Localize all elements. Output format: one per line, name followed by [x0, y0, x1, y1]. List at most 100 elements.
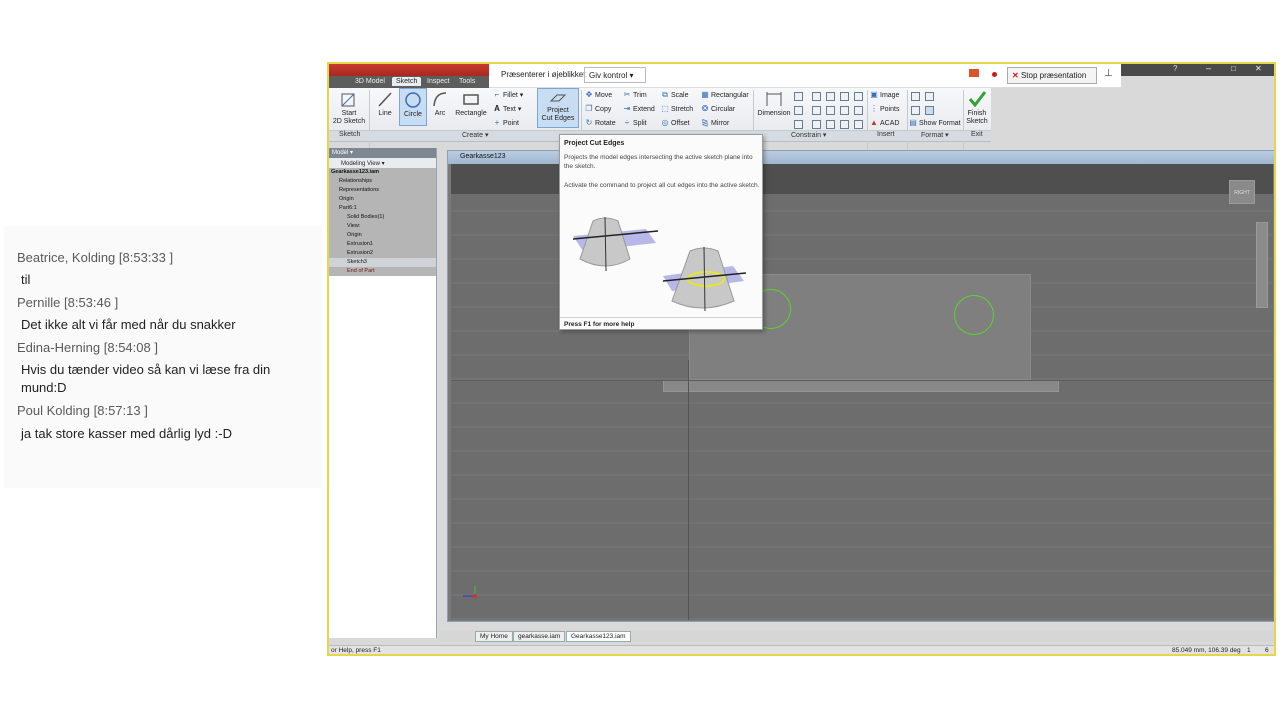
stretch-button[interactable]: ⬚ Stretch — [661, 105, 693, 113]
smooth-icon[interactable] — [826, 120, 835, 129]
project-cut-edges-tooltip: Project Cut Edges Projects the model edg… — [559, 134, 763, 330]
tree-item[interactable]: Solid Bodies(1) — [329, 213, 436, 222]
equal-icon[interactable] — [854, 120, 863, 129]
collinear-icon[interactable] — [826, 92, 835, 101]
tab-inspect[interactable]: Inspect — [423, 77, 454, 86]
scale-button[interactable]: ⧉ Scale — [661, 91, 688, 99]
chat-bubble-icon[interactable] — [969, 69, 979, 77]
tab-3d-model[interactable]: 3D Model — [351, 77, 389, 86]
chat-message: ja tak store kasser med dårlig lyd :-D — [21, 426, 232, 441]
help-icon[interactable]: ? — [1173, 64, 1177, 73]
tree-item[interactable]: Representations — [329, 186, 436, 195]
move-button[interactable]: ✥ Move — [585, 91, 612, 99]
tooltip-title: Project Cut Edges — [564, 140, 625, 147]
tab-gearkasse[interactable]: gearkasse.iam — [513, 631, 566, 642]
chat-panel: Beatrice, Kolding [8:53:33 ] til Pernill… — [4, 226, 322, 488]
driven-dimension-icon[interactable] — [925, 106, 934, 115]
pin-icon[interactable]: ⊥ — [1104, 68, 1113, 79]
perpendicular-icon[interactable] — [826, 106, 835, 115]
project-cut-edges-button[interactable]: Project Cut Edges — [537, 88, 579, 128]
tree-item[interactable]: Gearkasse123.iam — [329, 168, 436, 177]
circle-button[interactable]: Circle — [399, 88, 427, 126]
panel-insert-label: Insert — [877, 131, 895, 138]
tree-item[interactable]: End of Part — [329, 267, 436, 276]
maximize-icon[interactable]: □ — [1231, 64, 1236, 73]
tree-item[interactable]: Sketch3 — [329, 258, 436, 267]
horizontal-icon[interactable] — [840, 106, 849, 115]
coincident-icon[interactable] — [812, 92, 821, 101]
tab-my-home[interactable]: My Home — [475, 631, 513, 642]
rotate-button[interactable]: ↻ Rotate — [585, 119, 616, 127]
arc-button[interactable]: Arc — [429, 90, 451, 117]
tree-item[interactable]: Part6:1 — [329, 204, 436, 213]
stop-presentation-button[interactable]: ✕ Stop præsentation — [1007, 67, 1097, 84]
window-controls: ? – □ ✕ — [1121, 64, 1274, 76]
tab-sketch[interactable]: Sketch — [392, 77, 422, 86]
tab-tools[interactable]: Tools — [455, 77, 479, 86]
centerline-icon[interactable] — [925, 92, 934, 101]
constraint-icon[interactable] — [794, 106, 803, 115]
tooltip-description: Projects the model edges intersecting th… — [564, 154, 753, 170]
tree-item[interactable]: Origin — [329, 231, 436, 240]
split-button[interactable]: ÷ Split — [623, 119, 647, 127]
constraint-icon[interactable] — [794, 120, 803, 129]
browser-view-selector[interactable]: Modeling View ▾ — [329, 158, 436, 168]
finish-sketch-button[interactable]: Finish Sketch — [965, 90, 989, 126]
point-button[interactable]: + Point — [493, 119, 519, 127]
chat-author: Beatrice, Kolding [8:53:33 ] — [17, 250, 174, 265]
points-button[interactable]: ⋮ Points — [870, 105, 899, 113]
chat-message: Det ikke alt vi får med når du snakker — [21, 317, 236, 332]
show-format-button[interactable]: ▤ Show Format — [909, 119, 960, 127]
document-tabs: My Home gearkasse.iam Gearkasse123.iam — [439, 630, 1274, 642]
dimension-button[interactable]: Dimension — [757, 90, 791, 117]
trim-button[interactable]: ✂ Trim — [623, 91, 647, 99]
concentric-icon[interactable] — [840, 92, 849, 101]
close-window-icon[interactable]: ✕ — [1255, 64, 1262, 73]
fix-icon[interactable] — [854, 92, 863, 101]
circular-pattern-button[interactable]: ❂ Circular — [701, 105, 735, 113]
presenting-label: Præsenterer i øjeblikket — [501, 70, 586, 79]
panel-constrain-label[interactable]: Constrain ▾ — [791, 131, 826, 139]
rectangle-button[interactable]: Rectangle — [453, 90, 489, 117]
tooltip-detail: Activate the command to project all cut … — [564, 182, 760, 189]
center-point-icon[interactable] — [911, 106, 920, 115]
checkmark-icon — [968, 91, 986, 108]
fillet-button[interactable]: ⌐ Fillet ▾ — [493, 91, 524, 100]
copy-button[interactable]: ❐ Copy — [585, 105, 611, 113]
text-button[interactable]: A Text ▾ — [493, 105, 521, 114]
browser-header[interactable]: Model ▾ — [329, 148, 436, 158]
mirror-button[interactable]: ⧎ Mirror — [701, 119, 730, 127]
construction-icon[interactable] — [911, 92, 920, 101]
image-button[interactable]: ▣ Image — [870, 91, 899, 99]
rectangular-pattern-button[interactable]: ▦ Rectangular — [701, 91, 749, 99]
line-button[interactable]: Line — [373, 90, 397, 117]
tree-item[interactable]: Origin — [329, 195, 436, 204]
acad-button[interactable]: ▲ ACAD — [870, 119, 899, 127]
tree-item[interactable]: View: — [329, 222, 436, 231]
tab-gearkasse123[interactable]: Gearkasse123.iam — [566, 631, 631, 642]
tree-item[interactable]: Extrusion2 — [329, 249, 436, 258]
symmetric-icon[interactable] — [840, 120, 849, 129]
status-bar: or Help, press F1 85.049 mm, 106.39 deg … — [329, 645, 1274, 654]
tangent-icon[interactable] — [812, 120, 821, 129]
tree-item[interactable]: Extrusion1 — [329, 240, 436, 249]
minimize-icon[interactable]: – — [1206, 64, 1211, 73]
tree-item[interactable]: Relationships — [329, 177, 436, 186]
offset-button[interactable]: ◎ Offset — [661, 119, 690, 127]
navigation-bar[interactable] — [1256, 222, 1268, 308]
panel-format-label[interactable]: Format ▾ — [921, 131, 949, 139]
sketch-circle[interactable] — [954, 295, 994, 335]
give-control-dropdown[interactable]: Giv kontrol ▾ — [584, 67, 646, 83]
quick-access-toolbar[interactable] — [329, 64, 489, 76]
close-icon: ✕ — [1012, 71, 1019, 80]
constraint-icon[interactable] — [794, 92, 803, 101]
viewcube[interactable]: RIGHT — [1229, 180, 1255, 204]
model-base-plate[interactable] — [663, 380, 1059, 392]
vertical-icon[interactable] — [854, 106, 863, 115]
start-2d-sketch-button[interactable]: Start 2D Sketch — [332, 90, 366, 126]
panel-create-label[interactable]: Create ▾ — [462, 131, 488, 139]
parallel-icon[interactable] — [812, 106, 821, 115]
panel-exit-label: Exit — [971, 131, 983, 138]
browser-tree: Gearkasse123.iam Relationships Represent… — [329, 168, 436, 276]
extend-button[interactable]: ⇥ Extend — [623, 105, 655, 113]
